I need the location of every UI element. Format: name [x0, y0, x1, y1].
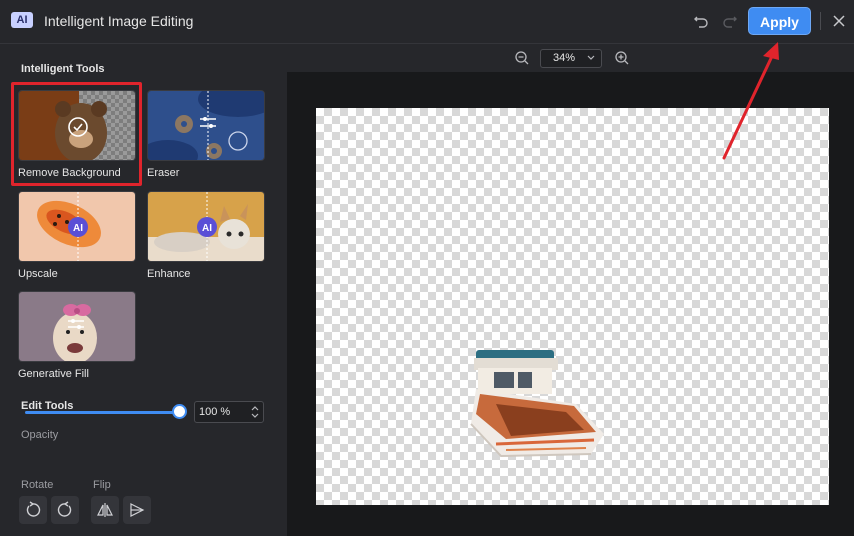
- annotation-arrow: [722, 42, 779, 160]
